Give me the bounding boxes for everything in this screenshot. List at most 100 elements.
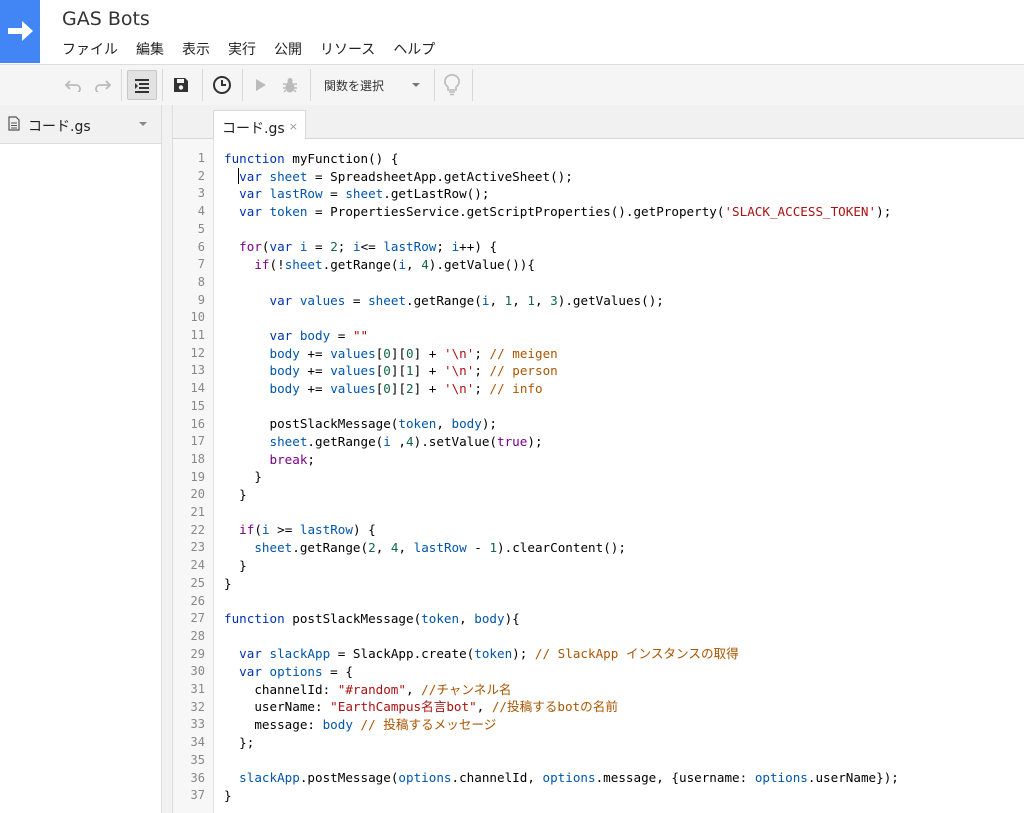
code-line[interactable]: postSlackMessage(token, body);: [224, 415, 899, 433]
code-line[interactable]: }: [224, 468, 899, 486]
code-line[interactable]: var sheet = SpreadsheetApp.getActiveShee…: [224, 168, 899, 186]
line-number[interactable]: 17: [191, 433, 205, 451]
code-line[interactable]: }: [224, 787, 899, 805]
line-number[interactable]: 7: [198, 256, 205, 274]
menu-publish[interactable]: 公開: [274, 39, 302, 59]
tab-close-icon[interactable]: ×: [289, 120, 298, 133]
code-line[interactable]: var lastRow = sheet.getLastRow();: [224, 185, 899, 203]
code-line[interactable]: var options = {: [224, 663, 899, 681]
code-line[interactable]: if(!sheet.getRange(i, 4).getValue()){: [224, 256, 899, 274]
line-number[interactable]: 2: [198, 168, 205, 186]
project-title[interactable]: GAS Bots: [62, 8, 150, 30]
line-number[interactable]: 16: [191, 416, 205, 434]
line-number[interactable]: 34: [191, 734, 205, 752]
code-line[interactable]: [224, 628, 899, 646]
line-number[interactable]: 12: [191, 345, 205, 363]
code-line[interactable]: }: [224, 557, 899, 575]
tab-code-gs[interactable]: コード.gs ×: [213, 110, 306, 139]
line-number[interactable]: 3: [198, 185, 205, 203]
line-number[interactable]: 13: [191, 362, 205, 380]
code-line[interactable]: body += values[0][2] + '\n'; // info: [224, 380, 899, 398]
line-number[interactable]: 27: [191, 610, 205, 628]
line-number[interactable]: 35: [191, 752, 205, 770]
code-line[interactable]: [224, 221, 899, 239]
line-number[interactable]: 20: [191, 486, 205, 504]
menu-view[interactable]: 表示: [182, 39, 210, 59]
code-line[interactable]: }: [224, 486, 899, 504]
code-line[interactable]: }: [224, 575, 899, 593]
line-number[interactable]: 28: [191, 628, 205, 646]
code-line[interactable]: if(i >= lastRow) {: [224, 521, 899, 539]
menu-edit[interactable]: 編集: [136, 39, 164, 59]
line-number[interactable]: 25: [191, 575, 205, 593]
line-number[interactable]: 11: [191, 327, 205, 345]
code-line[interactable]: function postSlackMessage(token, body){: [224, 610, 899, 628]
menu-run[interactable]: 実行: [228, 39, 256, 59]
code-line[interactable]: break;: [224, 451, 899, 469]
text-cursor: [238, 168, 239, 184]
line-number[interactable]: 36: [191, 770, 205, 788]
line-number[interactable]: 32: [191, 699, 205, 717]
code-line[interactable]: var values = sheet.getRange(i, 1, 1, 3).…: [224, 292, 899, 310]
execution-hints-button[interactable]: [440, 65, 464, 105]
sidebar-file-name: コード.gs: [28, 119, 91, 135]
line-number[interactable]: 5: [198, 221, 205, 239]
save-button[interactable]: [170, 65, 192, 105]
line-number[interactable]: 31: [191, 681, 205, 699]
undo-button[interactable]: [62, 65, 84, 105]
code-line[interactable]: };: [224, 734, 899, 752]
line-number[interactable]: 33: [191, 716, 205, 734]
apps-script-logo[interactable]: [0, 0, 40, 63]
code-line[interactable]: [224, 274, 899, 292]
code-line[interactable]: body += values[0][1] + '\n'; // person: [224, 362, 899, 380]
code-line[interactable]: body += values[0][0] + '\n'; // meigen: [224, 345, 899, 363]
line-number[interactable]: 23: [191, 539, 205, 557]
line-number[interactable]: 30: [191, 663, 205, 681]
code-line[interactable]: [224, 398, 899, 416]
line-number[interactable]: 18: [191, 451, 205, 469]
code-line[interactable]: var token = PropertiesService.getScriptP…: [224, 203, 899, 221]
line-number[interactable]: 15: [191, 398, 205, 416]
code-line[interactable]: channelId: "#random", //チャンネル名: [224, 681, 899, 699]
code-line[interactable]: var body = "": [224, 327, 899, 345]
run-button[interactable]: [252, 65, 270, 105]
code-line[interactable]: for(var i = 2; i<= lastRow; i++) {: [224, 238, 899, 256]
file-menu-caret-icon[interactable]: [139, 122, 147, 126]
menu-file[interactable]: ファイル: [62, 39, 118, 59]
line-number[interactable]: 21: [191, 504, 205, 522]
line-number[interactable]: 22: [191, 522, 205, 540]
code-line[interactable]: [224, 309, 899, 327]
code-editor[interactable]: function myFunction() { var sheet = Spre…: [224, 150, 899, 804]
code-line[interactable]: sheet.getRange(i ,4).setValue(true);: [224, 433, 899, 451]
code-line[interactable]: var slackApp = SlackApp.create(token); /…: [224, 645, 899, 663]
line-number[interactable]: 29: [191, 646, 205, 664]
code-line[interactable]: sheet.getRange(2, 4, lastRow - 1).clearC…: [224, 539, 899, 557]
line-number[interactable]: 10: [191, 309, 205, 327]
line-number[interactable]: 6: [198, 239, 205, 257]
code-line[interactable]: slackApp.postMessage(options.channelId, …: [224, 769, 899, 787]
line-number[interactable]: 4: [198, 203, 205, 221]
code-line[interactable]: [224, 592, 899, 610]
line-number[interactable]: 1: [198, 150, 205, 168]
line-number[interactable]: 26: [191, 593, 205, 611]
sidebar-file-item[interactable]: コード.gs: [0, 105, 161, 144]
code-line[interactable]: function myFunction() {: [224, 150, 899, 168]
line-number[interactable]: 37: [191, 787, 205, 805]
indent-button[interactable]: [127, 70, 157, 100]
function-select[interactable]: 関数を選択: [310, 65, 434, 105]
line-number[interactable]: 24: [191, 557, 205, 575]
triggers-button[interactable]: [210, 65, 234, 105]
sidebar-splitter[interactable]: [162, 105, 173, 813]
debug-button[interactable]: [278, 65, 302, 105]
code-line[interactable]: userName: "EarthCampus名言bot", //投稿するbotの…: [224, 698, 899, 716]
line-number[interactable]: 14: [191, 380, 205, 398]
line-number[interactable]: 9: [198, 292, 205, 310]
code-line[interactable]: [224, 504, 899, 522]
menu-help[interactable]: ヘルプ: [393, 39, 435, 59]
code-line[interactable]: [224, 751, 899, 769]
line-number[interactable]: 8: [198, 274, 205, 292]
redo-button[interactable]: [92, 65, 114, 105]
menu-resources[interactable]: リソース: [320, 39, 375, 59]
line-number[interactable]: 19: [191, 469, 205, 487]
code-line[interactable]: message: body // 投稿するメッセージ: [224, 716, 899, 734]
